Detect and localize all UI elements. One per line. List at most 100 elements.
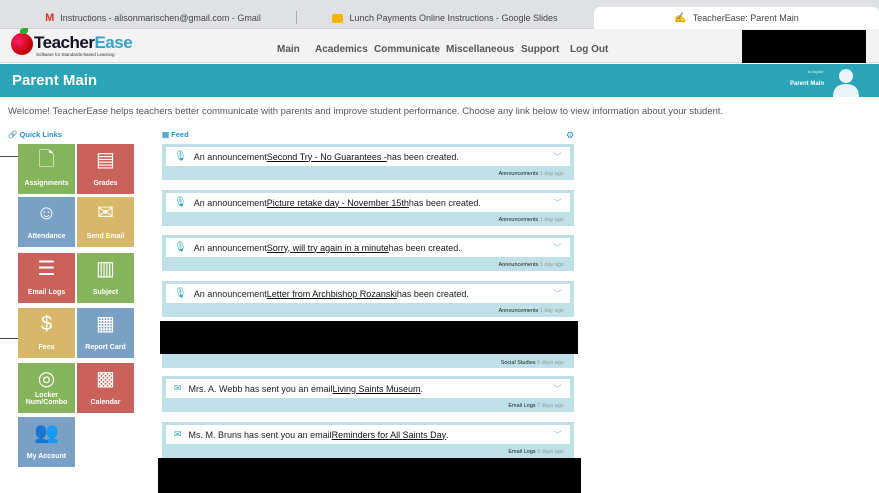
feed-link[interactable]: Second Try - No Guarantees - <box>267 152 387 162</box>
feed-item: 🎙 An announcement Letter from Archbishop … <box>162 281 574 317</box>
chevron-down-icon[interactable]: ﹀ <box>553 287 562 300</box>
tile-label: Attendance <box>27 233 66 241</box>
redacted-block <box>158 458 581 493</box>
feed-item-body: 🎙 An announcement Letter from Archbishop … <box>165 283 571 304</box>
tile-label: Locker Num/Combo <box>25 391 68 407</box>
nav-logout[interactable]: Log Out <box>570 44 608 55</box>
quick-link-grades[interactable]: ▤ Grades <box>77 144 134 194</box>
logo-brand-part1: Teacher <box>34 33 95 52</box>
microphone-icon: 🎙 <box>174 151 187 162</box>
annotation-line <box>0 156 18 157</box>
page-banner <box>0 64 879 97</box>
tab-teacherease[interactable]: ✍ TeacherEase: Parent Main <box>594 7 879 29</box>
quick-link-calendar[interactable]: ▩ Calendar <box>77 363 134 413</box>
list-icon: ☰ <box>37 258 56 280</box>
tile-label: Calendar <box>90 399 121 407</box>
avatar-icon[interactable] <box>831 66 861 97</box>
gmail-icon: M <box>45 12 55 24</box>
page-title: Parent Main <box>12 72 98 89</box>
feed-category: Social Studies <box>500 360 536 366</box>
nav-academics[interactable]: Academics <box>315 44 368 55</box>
lock-dial-icon: ◎ <box>37 368 56 390</box>
tab-label: Instructions - alisonmarischen@gmail.com… <box>60 13 261 23</box>
feed-item: ✉ Ms. M. Bruns has sent you an email Remi… <box>162 422 574 458</box>
feed-meta: Announcements 1 day ago <box>499 262 564 268</box>
tile-label: Email Logs <box>27 289 66 297</box>
feed-text: has been created. <box>386 151 459 162</box>
feed-link[interactable]: Sorry, will try again in a minute <box>267 243 389 253</box>
browser-tab-bar: M Instructions - alisonmarischen@gmail.c… <box>0 0 879 29</box>
feed-text: Mrs. A. Webb has sent you an email <box>188 383 333 394</box>
quick-links-heading: 🔗 Quick Links <box>8 130 62 139</box>
annotation-line <box>0 338 18 339</box>
feed-age: 1 day ago <box>539 262 564 268</box>
feed-age: 1 day ago <box>539 308 564 314</box>
quick-link-locker[interactable]: ◎ Locker Num/Combo <box>18 363 75 413</box>
tile-label: Assignments <box>24 180 69 188</box>
feed-text: has been created. <box>388 242 461 253</box>
teacherease-logo[interactable]: TeacherEase <box>34 33 133 53</box>
feed-age: 9 days ago <box>537 449 564 455</box>
quick-link-assignments[interactable]: 🗋 Assignments <box>18 144 75 194</box>
feed-text: Ms. M. Bruns has sent you an email <box>188 429 332 440</box>
quick-link-report-card[interactable]: ▦ Report Card <box>77 308 134 358</box>
feed-item: 🎙 An announcement Second Try - No Guarant… <box>162 144 574 180</box>
redacted-block <box>160 321 578 354</box>
feed-item: 🎙 An announcement Sorry, will try again i… <box>162 235 574 271</box>
feed-text: An announcement <box>193 288 267 299</box>
tab-separator <box>296 11 297 24</box>
feed-item: ✉ Mrs. A. Webb has sent you an email Livi… <box>162 376 574 412</box>
feed-link[interactable]: Reminders for All Saints Day <box>332 430 447 440</box>
slides-icon <box>332 13 344 23</box>
users-icon: 👥 <box>34 422 59 444</box>
feed-heading-text: Feed <box>171 130 189 139</box>
chevron-down-icon[interactable]: ﹀ <box>553 428 562 441</box>
nav-miscellaneous[interactable]: Miscellaneous <box>446 44 514 55</box>
feed-item-body: 🎙 An announcement Second Try - No Guarant… <box>165 146 571 167</box>
chevron-down-icon[interactable]: ﹀ <box>553 150 562 163</box>
tab-gmail[interactable]: M Instructions - alisonmarischen@gmail.c… <box>18 7 288 29</box>
tab-slides[interactable]: Lunch Payments Online Instructions - Goo… <box>300 7 590 29</box>
tile-label: Report Card <box>85 344 126 352</box>
quick-link-my-account[interactable]: 👥 My Account <box>18 417 75 467</box>
people-icon: ☺ <box>36 202 57 224</box>
feed-text: has been created. <box>408 197 481 208</box>
tile-label: Send Email <box>86 233 125 241</box>
welcome-text: Welcome! TeacherEase helps teachers bett… <box>8 106 724 117</box>
dollar-icon: $ <box>40 313 53 335</box>
tile-label: Fees <box>38 344 55 352</box>
chevron-down-icon[interactable]: ﹀ <box>553 196 562 209</box>
quick-link-attendance[interactable]: ☺ Attendance <box>18 197 75 247</box>
nav-support[interactable]: Support <box>521 44 559 55</box>
user-role-label[interactable]: Parent Main <box>790 81 824 87</box>
feed-link[interactable]: Living Saints Museum <box>332 384 420 394</box>
feed-age: 6 days ago <box>537 360 564 366</box>
feed-text: An announcement <box>193 151 267 162</box>
feed-settings-gear-icon[interactable]: ⚙ <box>566 130 574 141</box>
feed-item-social-studies: Social Studies 6 days ago <box>162 354 574 368</box>
feed-heading: ▤ Feed <box>162 130 189 139</box>
nav-communicate[interactable]: Communicate <box>374 44 440 55</box>
quick-link-subject[interactable]: ▥ Subject <box>77 253 134 303</box>
nav-main[interactable]: Main <box>277 44 300 55</box>
quick-link-fees[interactable]: $ Fees <box>18 308 75 358</box>
quick-link-email-logs[interactable]: ☰ Email Logs <box>18 253 75 303</box>
teacherease-icon: ✍ <box>674 12 687 24</box>
logo-tagline: Software for Standards-based Learning <box>36 52 115 57</box>
quick-link-send-email[interactable]: ✉ Send Email <box>77 197 134 247</box>
feed-category: Email Logs <box>508 449 536 455</box>
chevron-down-icon[interactable]: ﹀ <box>553 241 562 254</box>
logo-brand-part2: Ease <box>94 33 133 52</box>
feed-category: Email Logs <box>508 403 536 409</box>
to-logout-hint: to logout <box>808 69 824 74</box>
feed-text: . <box>446 429 449 440</box>
feed-category: Announcements <box>498 308 539 314</box>
microphone-icon: 🎙 <box>174 197 187 208</box>
chevron-down-icon[interactable]: ﹀ <box>553 382 562 395</box>
calendar-icon: ▩ <box>96 368 115 390</box>
tab-label: Lunch Payments Online Instructions - Goo… <box>349 13 558 23</box>
feed-link[interactable]: Letter from Archbishop Rozanski <box>267 289 397 299</box>
feed-category: Announcements <box>498 262 539 268</box>
feed-link[interactable]: Picture retake day - November 15th <box>267 198 409 208</box>
feed-text: An announcement <box>193 242 267 253</box>
